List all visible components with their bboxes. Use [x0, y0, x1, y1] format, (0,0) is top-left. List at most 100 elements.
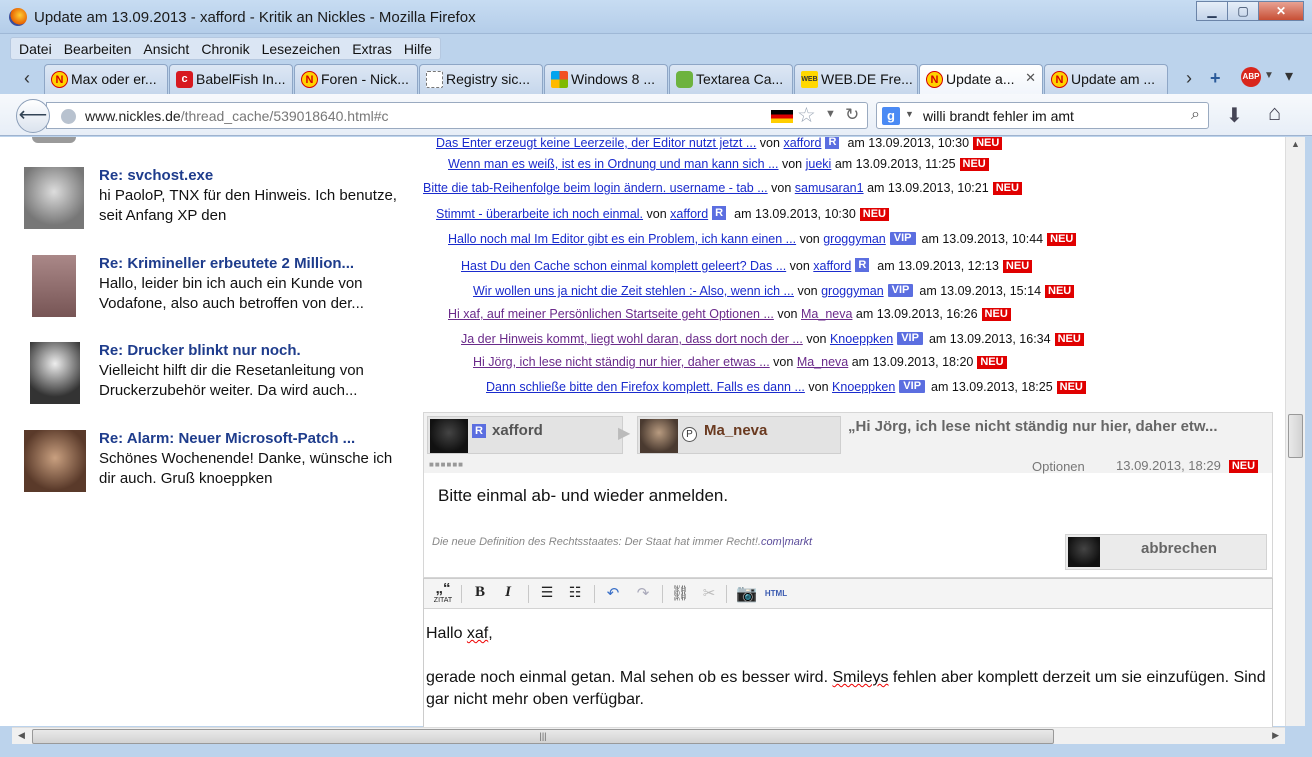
- tab-scroll-left-icon[interactable]: ‹: [16, 66, 38, 92]
- menu-ansicht[interactable]: Ansicht: [137, 38, 195, 59]
- thread-user[interactable]: groggyman: [823, 232, 886, 246]
- menu-extras[interactable]: Extras: [346, 38, 398, 59]
- scroll-right-icon[interactable]: ▶: [1272, 730, 1279, 741]
- quote-button[interactable]: „“ ZITAT: [430, 581, 456, 604]
- tab-3[interactable]: Registry sic...: [419, 64, 543, 94]
- undo-icon[interactable]: ↶: [602, 584, 624, 604]
- adblock-dropdown-icon[interactable]: ▼: [1264, 70, 1274, 81]
- german-flag-icon[interactable]: [771, 110, 793, 123]
- search-input[interactable]: willi brandt fehler im amt: [923, 108, 1074, 124]
- tab-7-active[interactable]: N Update a... ✕: [919, 64, 1043, 95]
- editor-text[interactable]: Hallo xaf, gerade noch einmal getan. Mal…: [426, 623, 1266, 711]
- tab-4[interactable]: Windows 8 ...: [544, 64, 668, 94]
- search-icon[interactable]: ⌕: [1191, 106, 1200, 124]
- thread-von: von: [808, 380, 829, 394]
- thread-user[interactable]: xafford: [813, 259, 851, 273]
- signature-link[interactable]: com|markt: [761, 536, 812, 548]
- numbered-list-icon[interactable]: ☷: [564, 584, 586, 604]
- thread-user[interactable]: xafford: [670, 207, 708, 221]
- vip-badge: VIP: [889, 232, 916, 245]
- unlink-icon[interactable]: ✂: [698, 584, 720, 604]
- thread-user[interactable]: Knoeppken: [832, 380, 895, 394]
- thread-link[interactable]: Hast Du den Cache schon einmal komplett …: [461, 259, 786, 273]
- tab-6[interactable]: WEB WEB.DE Fre...: [794, 64, 918, 94]
- tab-0[interactable]: N Max oder er...: [44, 64, 168, 94]
- vertical-scrollbar[interactable]: ▲: [1285, 137, 1305, 726]
- thread-link[interactable]: Wenn man es weiß, ist es in Ordnung und …: [448, 157, 779, 171]
- menu-lesezeichen[interactable]: Lesezeichen: [256, 38, 347, 59]
- thread-link[interactable]: Bitte die tab-Reihenfolge beim login änd…: [423, 181, 768, 195]
- thread-link[interactable]: Hallo noch mal Im Editor gibt es ein Pro…: [448, 232, 796, 246]
- tab-8[interactable]: N Update am ...: [1044, 64, 1168, 94]
- post-author-box[interactable]: R xafford: [427, 416, 623, 454]
- post-recipient-box[interactable]: P Ma_neva: [637, 416, 841, 454]
- thread-user[interactable]: Ma_neva: [797, 355, 848, 369]
- tab-5[interactable]: Textarea Ca...: [669, 64, 793, 94]
- thread-link[interactable]: Stimmt - überarbeite ich noch einmal.: [436, 207, 643, 221]
- bullet-list-icon[interactable]: ☰: [536, 584, 558, 604]
- italic-button[interactable]: I: [498, 584, 518, 604]
- new-badge: NEU: [1045, 285, 1075, 298]
- url-bar[interactable]: www.nickles.de/thread_cache/539018640.ht…: [46, 102, 868, 129]
- menu-icon[interactable]: ▾: [1285, 66, 1293, 86]
- sidebar-item-title[interactable]: Re: svchost.exe: [99, 167, 213, 184]
- thread-user[interactable]: groggyman: [821, 284, 884, 298]
- back-button[interactable]: ⟵: [16, 99, 50, 133]
- menu-chronik[interactable]: Chronik: [195, 38, 255, 59]
- thread-von: von: [646, 207, 667, 221]
- thread-link[interactable]: Ja der Hinweis kommt, liegt wohl daran, …: [461, 332, 803, 346]
- reload-icon[interactable]: ↻: [845, 105, 859, 125]
- thread-user[interactable]: xafford: [783, 137, 821, 150]
- bookmark-star-icon[interactable]: ☆: [797, 103, 816, 128]
- vertical-scroll-thumb[interactable]: [1288, 414, 1303, 458]
- thread-row: Stimmt - überarbeite ich noch einmal. vo…: [436, 206, 890, 221]
- home-icon[interactable]: ⌂: [1268, 100, 1281, 126]
- menu-bearbeiten[interactable]: Bearbeiten: [58, 38, 138, 59]
- minimize-button[interactable]: ▁: [1196, 1, 1228, 21]
- close-tab-icon[interactable]: ✕: [1025, 70, 1036, 86]
- bold-button[interactable]: B: [470, 584, 490, 604]
- cancel-button[interactable]: abbrechen: [1065, 534, 1267, 570]
- thread-link[interactable]: Dann schließe bitte den Firefox komplett…: [486, 380, 805, 394]
- post-recipient-name[interactable]: Ma_neva: [704, 422, 767, 439]
- link-icon[interactable]: ⛓: [668, 584, 692, 604]
- maximize-button[interactable]: ▢: [1227, 1, 1259, 21]
- html-button[interactable]: HTML: [762, 584, 790, 604]
- search-bar[interactable]: g ▼ willi brandt fehler im amt ⌕: [876, 102, 1209, 129]
- horizontal-scrollbar[interactable]: ◀ ||| ▶: [12, 727, 1285, 744]
- thread-von: von: [781, 157, 803, 171]
- thread-link[interactable]: Hi xaf, auf meiner Persönlichen Startsei…: [448, 307, 774, 321]
- adblock-icon[interactable]: ABP: [1241, 67, 1261, 87]
- thread-link[interactable]: Das Enter erzeugt keine Leerzeile, der E…: [436, 137, 756, 150]
- sidebar-item-title[interactable]: Re: Krimineller erbeutete 2 Million...: [99, 255, 354, 272]
- post-author-name[interactable]: xafford: [492, 422, 543, 439]
- camera-icon[interactable]: 📷: [734, 584, 760, 604]
- tab-scroll-right-icon[interactable]: ›: [1178, 66, 1200, 92]
- thread-user[interactable]: Ma_neva: [801, 307, 852, 321]
- rating-dots[interactable]: ■■■■■■: [429, 460, 464, 469]
- download-icon[interactable]: ⬇: [1226, 103, 1243, 128]
- scroll-up-icon[interactable]: ▲: [1291, 139, 1300, 149]
- tab-2[interactable]: N Foren - Nick...: [294, 64, 418, 94]
- reply-editor[interactable]: „“ ZITAT B I ☰ ☷ ↶ ↷ ⛓ ✂ 📷 HTML Hallo xaf…: [423, 578, 1273, 728]
- thread-user[interactable]: Knoeppken: [830, 332, 893, 346]
- options-link[interactable]: Optionen: [1032, 459, 1085, 474]
- new-tab-icon[interactable]: +: [1210, 68, 1221, 89]
- thread-user[interactable]: samusaran1: [795, 181, 864, 195]
- google-icon[interactable]: g: [882, 107, 900, 125]
- redo-icon[interactable]: ↷: [632, 584, 654, 604]
- search-engine-dropdown-icon[interactable]: ▼: [905, 109, 914, 119]
- thread-link[interactable]: Wir wollen uns ja nicht die Zeit stehlen…: [473, 284, 794, 298]
- url-dropdown-icon[interactable]: ▼: [825, 108, 836, 120]
- thread-user[interactable]: jueki: [806, 157, 832, 171]
- menu-datei[interactable]: Datei: [13, 38, 58, 59]
- thread-link[interactable]: Hi Jörg, ich lese nicht ständig nur hier…: [473, 355, 770, 369]
- tab-1[interactable]: c BabelFish In...: [169, 64, 293, 94]
- sidebar-item-title[interactable]: Re: Alarm: Neuer Microsoft-Patch ...: [99, 430, 355, 447]
- horizontal-scroll-thumb[interactable]: |||: [32, 729, 1054, 744]
- menu-hilfe[interactable]: Hilfe: [398, 38, 438, 59]
- close-button[interactable]: ✕: [1258, 1, 1304, 21]
- scroll-left-icon[interactable]: ◀: [18, 730, 25, 741]
- sidebar-item-title[interactable]: Re: Drucker blinkt nur noch.: [99, 342, 301, 359]
- url-text[interactable]: www.nickles.de/thread_cache/539018640.ht…: [85, 108, 389, 124]
